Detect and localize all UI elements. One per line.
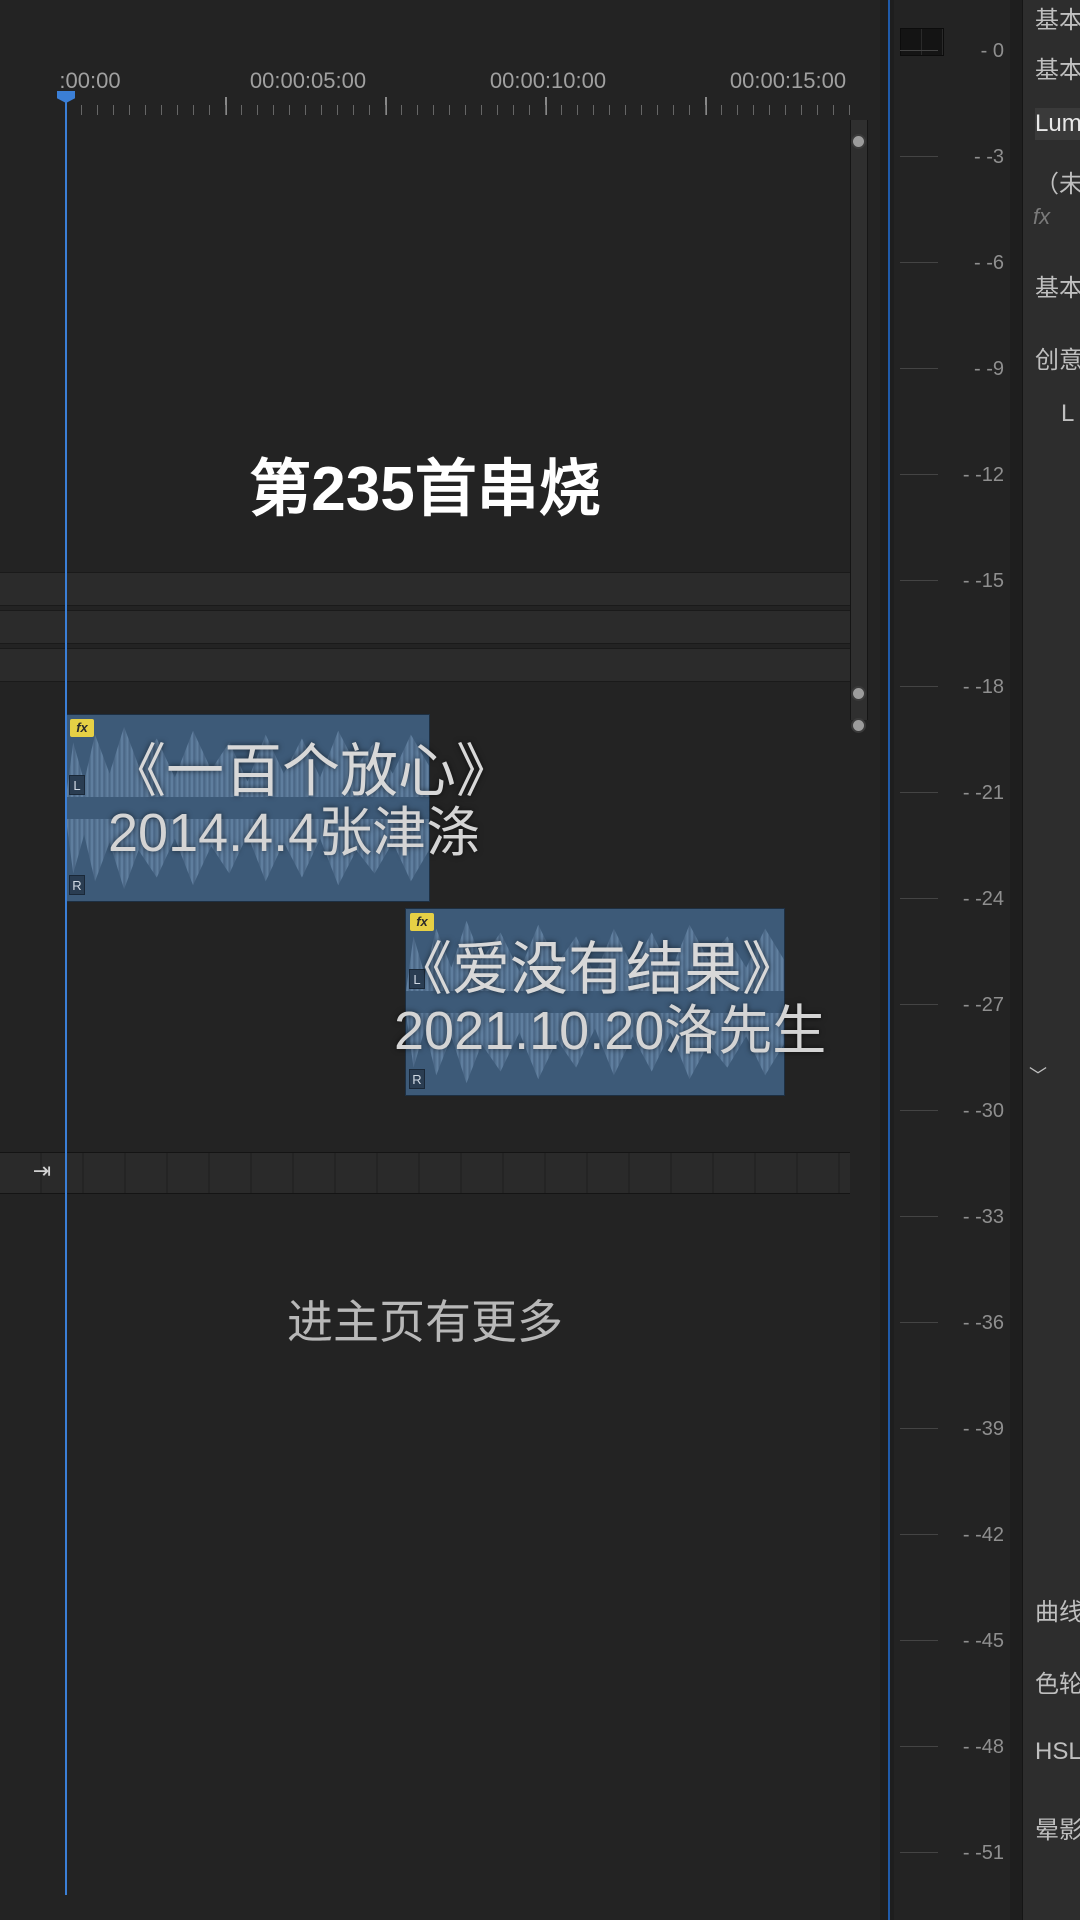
meter-tick: - -12 [944, 464, 1004, 487]
fx-badge-icon: fx [70, 719, 94, 737]
song2-sub: 2021.10.20洛先生 [394, 1002, 826, 1061]
effects-panel-item[interactable]: 创意 [1035, 340, 1080, 375]
video-track-row[interactable] [0, 610, 850, 644]
snap-icon[interactable]: ⇥ [28, 1158, 56, 1186]
audio-meter-panel: - 0 - -3 - -6 - -9 - -12 - -15 - -18 - -21 - -24… [894, 0, 1010, 1920]
meter-tick: - -24 [944, 888, 1004, 911]
effects-panel-item[interactable]: 基本 [1035, 50, 1080, 85]
ruler-timecode: 00:00:10:00 [490, 68, 606, 94]
meter-tick: - -30 [944, 1100, 1004, 1123]
meter-tick: - -45 [944, 1630, 1004, 1653]
meter-tick: - -48 [944, 1736, 1004, 1759]
meter-tick: - -6 [944, 252, 1004, 275]
ruler-timecode: 00:00:05:00 [250, 68, 366, 94]
ruler-timecode: 00:00:15:00 [730, 68, 846, 94]
effects-panel-item[interactable]: （未 [1035, 164, 1080, 199]
overlay-footer: 进主页有更多 [0, 1286, 850, 1352]
song2-title: 《爱没有结果》 [394, 938, 826, 1002]
song1-title: 《一百个放心》 [108, 740, 514, 804]
overlay-song-2: 《爱没有结果》 2021.10.20洛先生 [394, 938, 826, 1061]
meter-tick: - -27 [944, 994, 1004, 1017]
timeline-scrollbar[interactable] [850, 120, 868, 720]
effects-panel-item[interactable]: 晕影 [1035, 1810, 1080, 1845]
keyframe-marker[interactable] [851, 134, 866, 149]
fx-badge-icon: fx [410, 913, 434, 931]
meter-well [900, 28, 944, 56]
keyframe-marker[interactable] [851, 718, 866, 733]
video-track-row[interactable] [0, 648, 850, 682]
effects-panel-item[interactable]: 基本 [1035, 268, 1080, 303]
effects-panel: 基本基本Lum（未基本创意L曲线色轮HSL晕影fx﹀ [1022, 0, 1080, 1920]
video-track-row[interactable] [0, 572, 850, 606]
timeline-ruler[interactable]: :00:00 00:00:05:00 00:00:10:00 00:00:15:00 [0, 62, 850, 117]
ruler-timecode: :00:00 [59, 68, 120, 94]
effects-panel-item[interactable]: L [1061, 400, 1074, 428]
channel-label-r: R [69, 875, 85, 895]
meter-tick: - 0 [944, 40, 1004, 63]
meter-tick: - -21 [944, 782, 1004, 805]
effects-panel-item[interactable]: Lum [1035, 108, 1080, 140]
meter-tick: - -39 [944, 1418, 1004, 1441]
chevron-down-icon[interactable]: ﹀ [1029, 1062, 1047, 1088]
fx-icon: fx [1033, 204, 1050, 230]
effects-panel-item[interactable]: HSL [1035, 1738, 1080, 1766]
effects-panel-item[interactable]: 色轮 [1035, 1664, 1080, 1699]
ruler-ticks [65, 97, 850, 115]
meter-tick: - -3 [944, 146, 1004, 169]
meter-tick: - -36 [944, 1312, 1004, 1335]
meter-tick: - -9 [944, 358, 1004, 381]
channel-label-r: R [409, 1069, 425, 1089]
keyframe-marker[interactable] [851, 686, 866, 701]
panel-divider[interactable] [888, 0, 890, 1920]
meter-tick: - -18 [944, 676, 1004, 699]
timeline-panel: :00:0000:00:05:0000:00:10:0000:00:15:00 … [0, 0, 880, 1920]
audio-track-empty[interactable] [0, 1152, 850, 1194]
video-tracks [0, 572, 850, 682]
meter-tick: - -51 [944, 1842, 1004, 1865]
effects-panel-item[interactable]: 曲线 [1035, 1592, 1080, 1627]
playhead[interactable] [65, 95, 67, 1895]
channel-label-l: L [69, 775, 85, 795]
meter-tick: - -15 [944, 570, 1004, 593]
song1-sub: 2014.4.4张津涤 [108, 804, 514, 863]
effects-panel-item[interactable]: 基本 [1035, 0, 1080, 35]
overlay-title: 第235首串烧 [0, 438, 850, 528]
meter-tick: - -33 [944, 1206, 1004, 1229]
meter-tick: - -42 [944, 1524, 1004, 1547]
overlay-song-1: 《一百个放心》 2014.4.4张津涤 [108, 740, 514, 863]
